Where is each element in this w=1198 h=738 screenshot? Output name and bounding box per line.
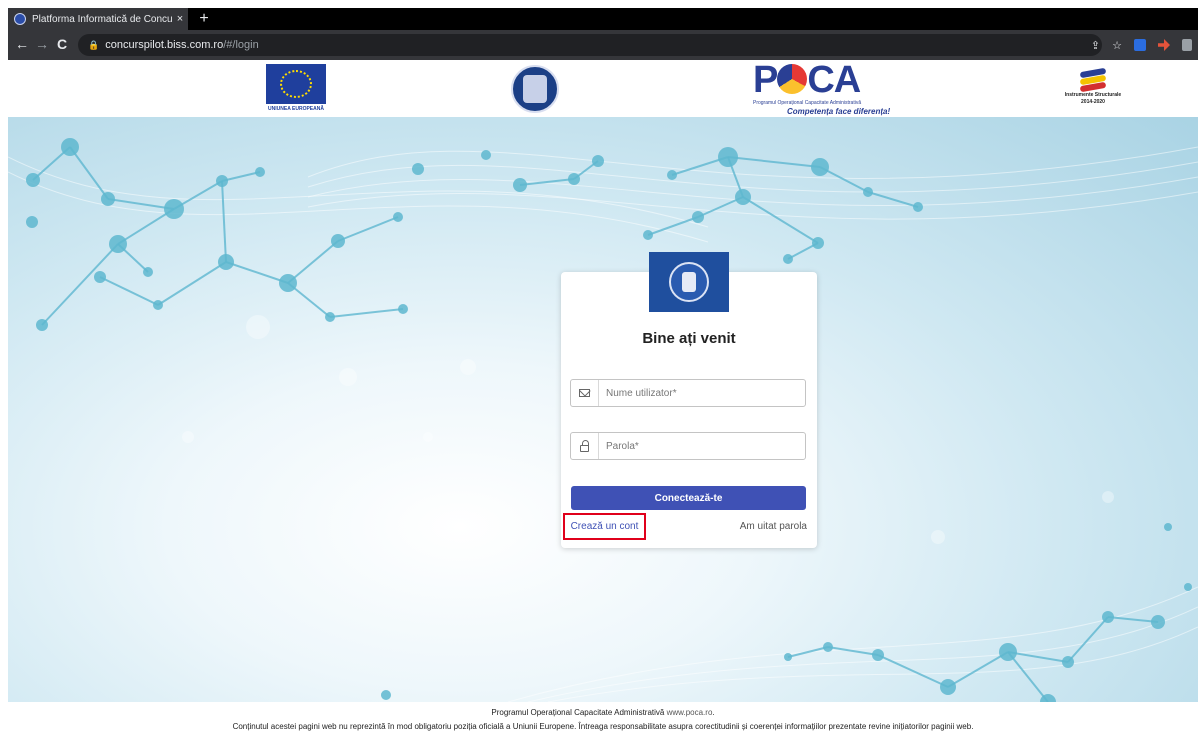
structural-instruments-logo: Instrumente Structurale 2014-2020	[1063, 62, 1123, 114]
government-emblem-icon	[649, 252, 729, 312]
poca-circle-icon	[777, 64, 808, 94]
reload-icon[interactable]: C	[52, 34, 72, 54]
extension-arrow-icon[interactable]	[1158, 39, 1170, 51]
footer-program-text: Programul Operațional Capacitate Adminis…	[491, 708, 665, 717]
tab-close-icon[interactable]: ×	[172, 13, 188, 25]
eu-flag-icon	[266, 64, 326, 104]
login-title: Bine ați venit	[642, 330, 736, 347]
poca-word-end: CA	[807, 59, 861, 101]
lock-icon: 🔒	[88, 39, 100, 50]
is-label-2: 2014-2020	[1081, 99, 1105, 105]
url-path: /#/login	[223, 39, 259, 51]
share-icon[interactable]: ⇪	[1091, 39, 1100, 52]
extension-puzzle-icon[interactable]	[1182, 39, 1192, 51]
back-icon[interactable]: ←	[12, 34, 32, 54]
envelope-icon	[571, 380, 599, 406]
poca-subtitle: Programul Operațional Capacitate Adminis…	[753, 100, 862, 106]
structural-instruments-icon	[1076, 64, 1110, 93]
username-field	[570, 379, 806, 407]
favicon-icon	[14, 13, 26, 25]
footer-period: .	[712, 708, 715, 717]
url-host: concurspilot.biss.com.ro	[105, 39, 224, 51]
username-input[interactable]	[599, 380, 805, 406]
forgot-password-link[interactable]: Am uitat parola	[740, 521, 807, 532]
footer-line-1: Programul Operațional Capacitate Adminis…	[8, 706, 1198, 720]
romanian-government-logo	[511, 65, 559, 113]
poca-logo: P CA Programul Operațional Capacitate Adm…	[753, 60, 893, 116]
forward-icon[interactable]: →	[32, 34, 52, 54]
footer-disclaimer: Conținutul acestei pagini web nu reprezi…	[232, 722, 974, 731]
create-account-link[interactable]: Crează un cont	[563, 513, 646, 540]
address-bar[interactable]: 🔒 concurspilot.biss.com.ro/#/login	[78, 34, 1102, 56]
eu-logo: UNIUNEA EUROPEANĂ	[262, 64, 330, 116]
logos-header: UNIUNEA EUROPEANĂ P CA Programul Operațio…	[8, 60, 1198, 117]
extension-icon[interactable]	[1134, 39, 1146, 51]
browser-tab[interactable]: Platforma Informatică de Concur ×	[8, 8, 188, 30]
toolbar-icons: ⇪ ☆	[1091, 34, 1192, 56]
footer-poca-link[interactable]: www.poca.ro	[667, 708, 713, 717]
bookmark-star-icon[interactable]: ☆	[1112, 39, 1122, 52]
lock-icon	[571, 433, 599, 459]
eu-label: UNIUNEA EUROPEANĂ	[268, 106, 324, 112]
poca-tagline: Competența face diferența!	[787, 107, 891, 116]
tab-title: Platforma Informatică de Concur	[32, 13, 172, 25]
new-tab-button[interactable]: +	[194, 8, 214, 30]
login-card: Bine ați venit Conectează-te Crează un c…	[561, 252, 817, 548]
login-button[interactable]: Conectează-te	[571, 486, 806, 510]
page-footer: Programul Operațional Capacitate Adminis…	[8, 706, 1198, 734]
poca-word-start: P	[753, 59, 778, 101]
is-label-1: Instrumente Structurale	[1064, 92, 1122, 98]
password-field	[570, 432, 806, 460]
browser-toolbar: ← → C 🔒 concurspilot.biss.com.ro/#/login…	[8, 30, 1198, 60]
browser-tab-strip: Platforma Informatică de Concur × +	[8, 8, 1198, 30]
password-input[interactable]	[599, 433, 805, 459]
